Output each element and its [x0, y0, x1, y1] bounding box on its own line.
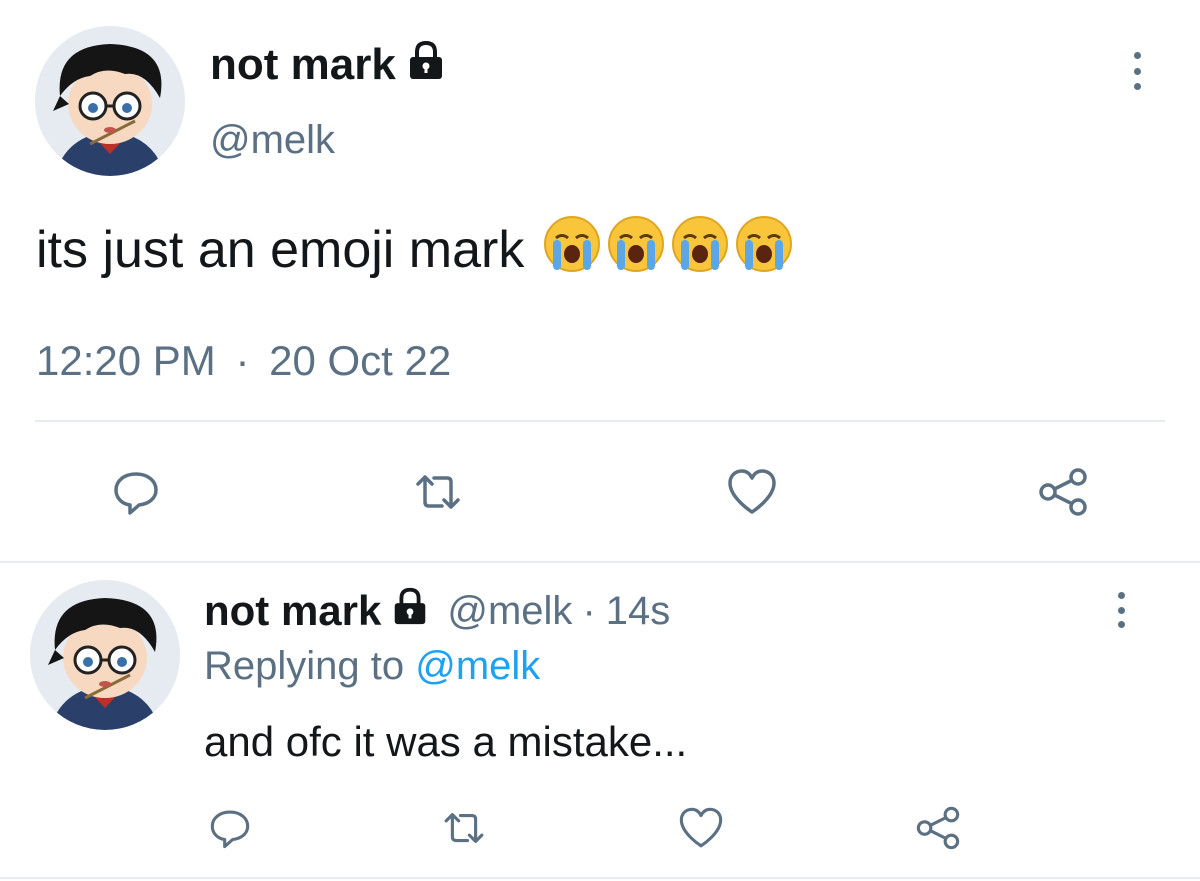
- replying-to-prefix: Replying to: [204, 644, 405, 688]
- replying-to: Replying to @melk: [204, 644, 540, 689]
- divider: [35, 420, 1165, 422]
- loudly-crying-face-icon: [542, 214, 602, 287]
- reply-icon[interactable]: [104, 460, 168, 524]
- display-name-text: not mark: [204, 587, 382, 634]
- reply-header: not mark @melk · 14s: [204, 586, 670, 636]
- like-icon[interactable]: [720, 460, 784, 524]
- display-name-text: not mark: [210, 40, 396, 89]
- timestamp-separator: ·: [235, 337, 250, 384]
- share-icon[interactable]: [1031, 460, 1095, 524]
- handle[interactable]: @melk: [210, 118, 335, 163]
- more-options-icon[interactable]: [1131, 52, 1143, 90]
- retweet-icon[interactable]: [406, 460, 470, 524]
- share-icon[interactable]: [910, 800, 966, 856]
- reply-icon[interactable]: [202, 800, 258, 856]
- like-icon[interactable]: [673, 800, 729, 856]
- lock-icon: [389, 585, 431, 637]
- emoji-group: [542, 214, 794, 287]
- loudly-crying-face-icon: [734, 214, 794, 287]
- divider: [0, 877, 1200, 879]
- avatar[interactable]: [35, 26, 185, 176]
- tweet-text: its just an emoji mark: [36, 215, 794, 282]
- avatar-image: [35, 26, 185, 176]
- tweet-date: 20 Oct 22: [269, 337, 452, 384]
- avatar[interactable]: [30, 580, 180, 730]
- lock-icon: [404, 38, 448, 93]
- tweet-time: 12:20 PM: [36, 337, 216, 384]
- retweet-icon[interactable]: [436, 800, 492, 856]
- avatar-image: [30, 580, 180, 730]
- replying-to-mention[interactable]: @melk: [415, 644, 540, 688]
- loudly-crying-face-icon: [606, 214, 666, 287]
- tweet-timestamp[interactable]: 12:20 PM · 20 Oct 22: [36, 337, 451, 385]
- more-options-icon[interactable]: [1115, 592, 1127, 628]
- tweet-text-content: its just an emoji mark: [36, 221, 525, 279]
- tweet-text: and ofc it was a mistake...: [204, 718, 688, 765]
- tweet-age[interactable]: 14s: [606, 589, 671, 634]
- display-name[interactable]: not mark: [204, 585, 431, 637]
- loudly-crying-face-icon: [670, 214, 730, 287]
- divider: [0, 561, 1200, 563]
- handle[interactable]: @melk: [447, 589, 572, 634]
- display-name[interactable]: not mark: [210, 40, 448, 90]
- header-separator: ·: [582, 588, 596, 633]
